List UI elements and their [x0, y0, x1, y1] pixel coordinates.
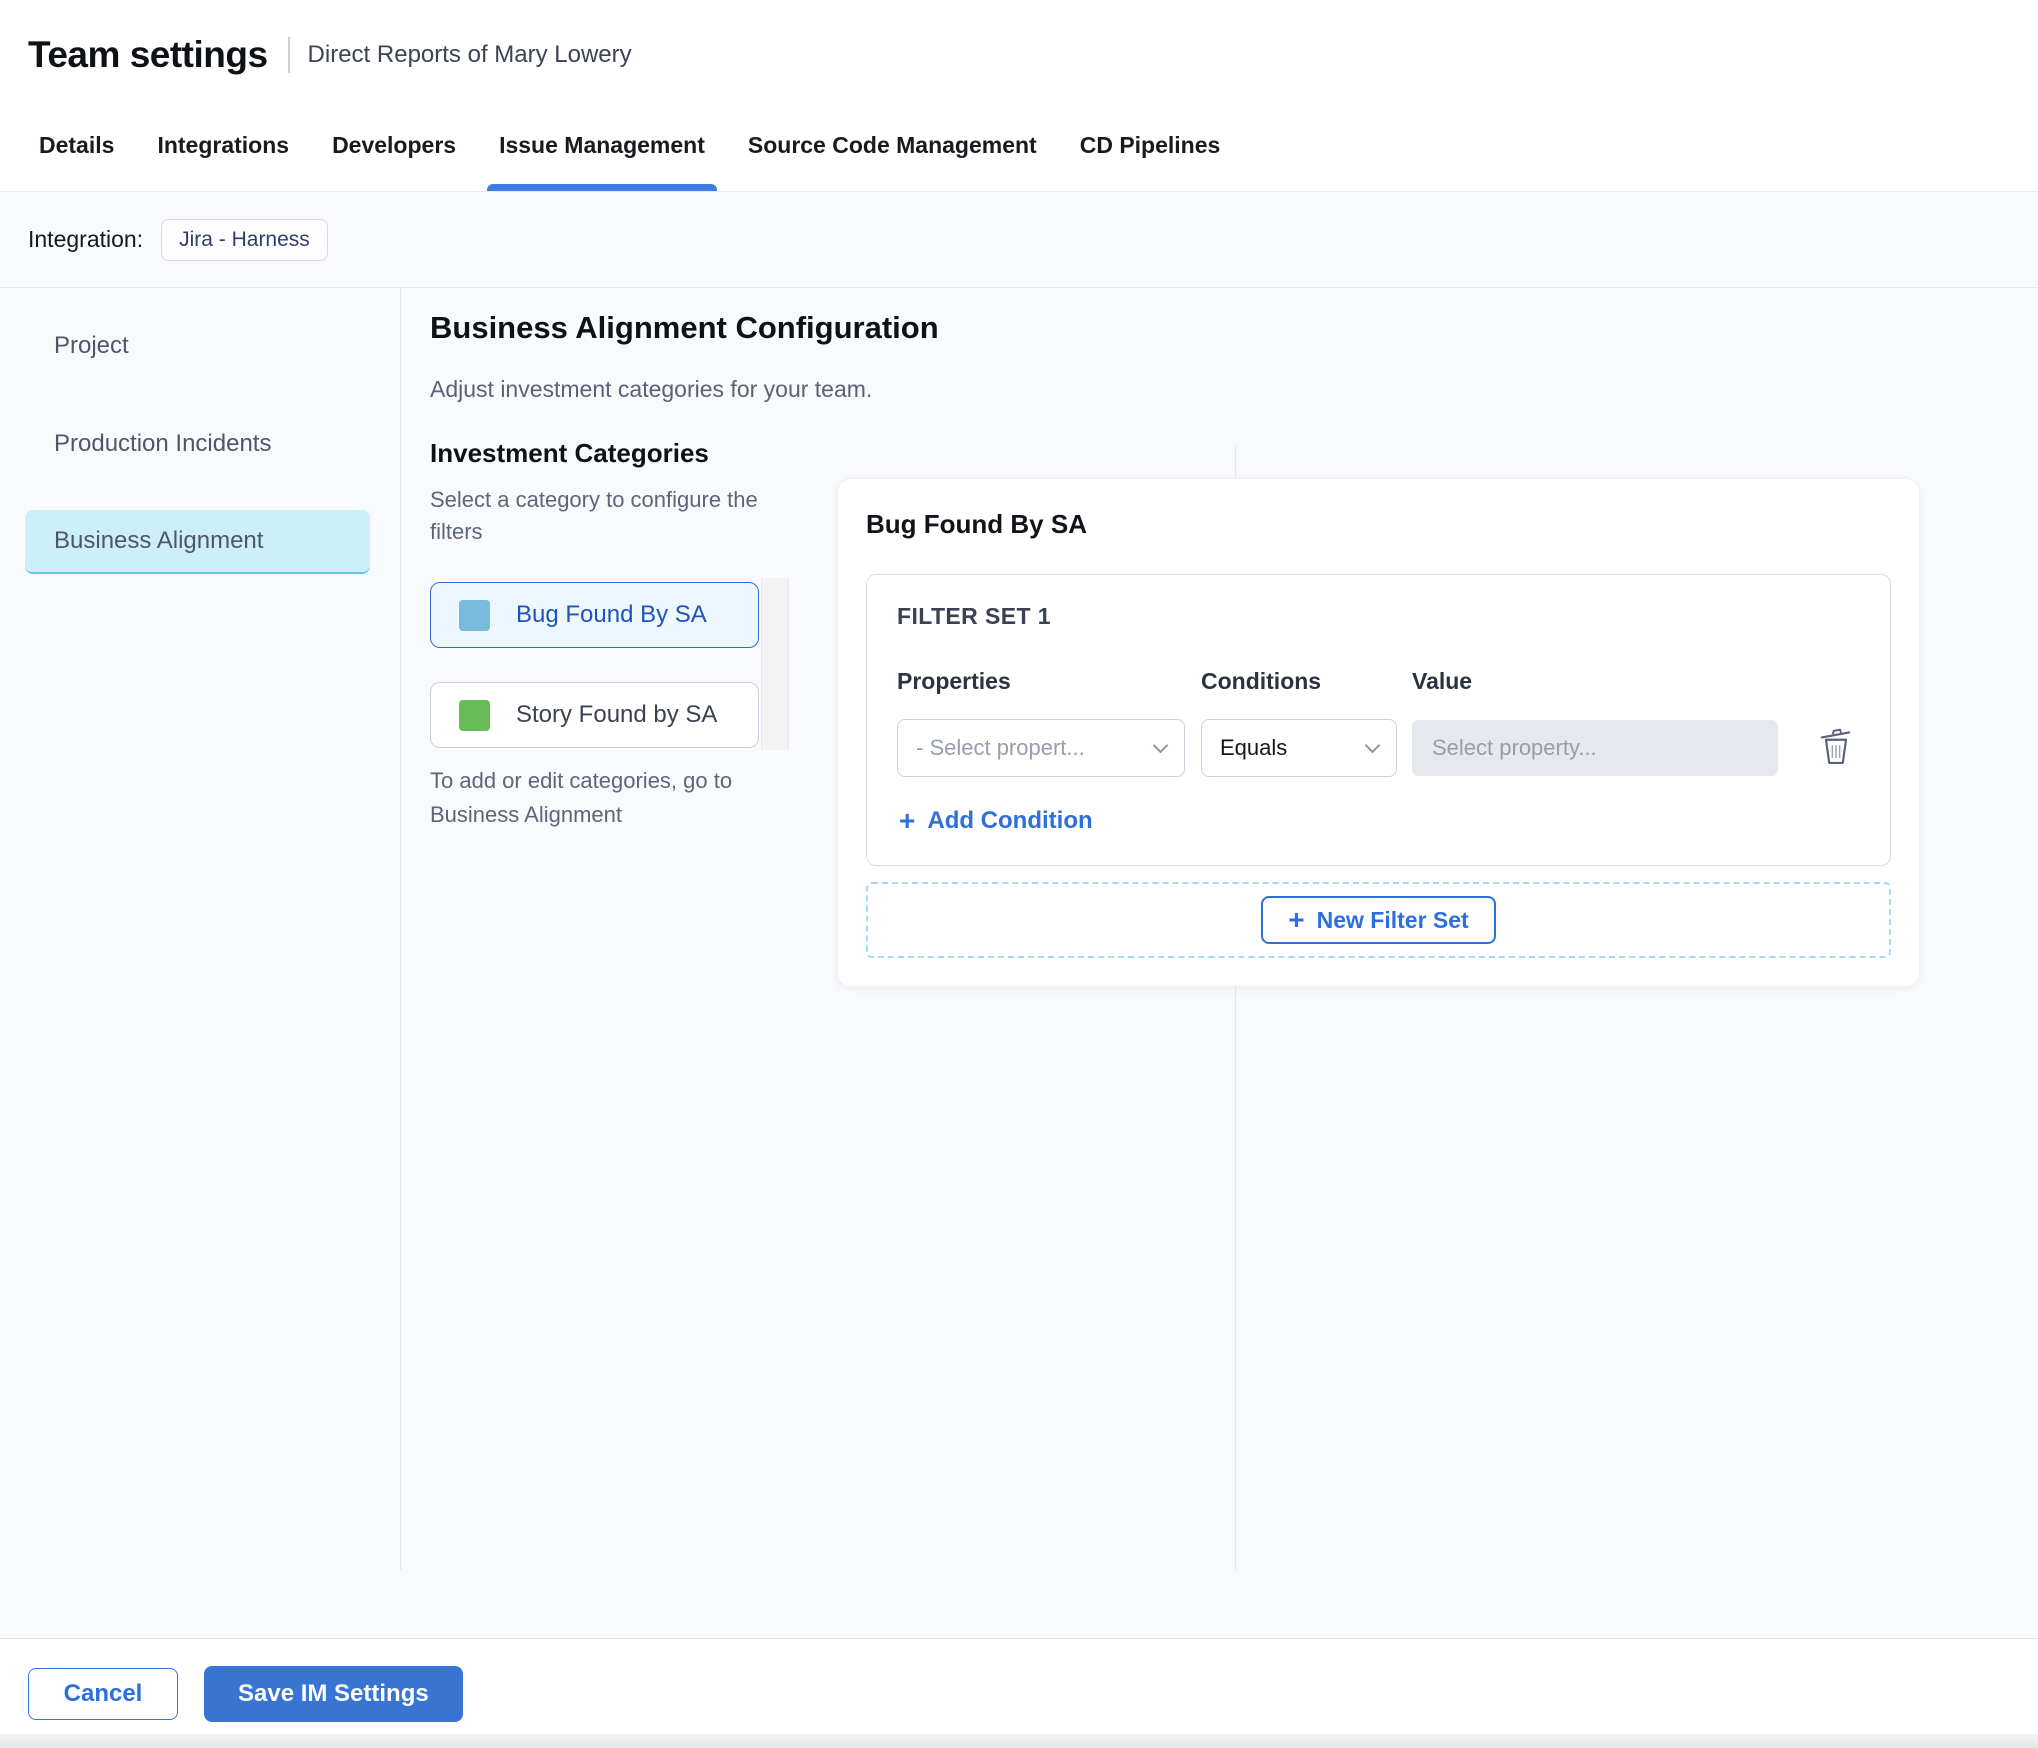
column-header-properties: Properties — [897, 668, 1011, 694]
category-color-swatch-green — [459, 699, 490, 731]
plus-icon: + — [899, 805, 916, 836]
category-list-scrollbar[interactable] — [761, 578, 789, 750]
category-label: Story Found by SA — [516, 701, 718, 728]
new-filter-set-label: New Filter Set — [1316, 906, 1469, 933]
add-condition-button[interactable]: + Add Condition — [899, 807, 1093, 835]
sidebar-item-production-incidents[interactable]: Production Incidents — [25, 412, 370, 476]
tab-bar: Details Integrations Developers Issue Ma… — [0, 100, 2038, 192]
new-filter-set-button[interactable]: + New Filter Set — [1261, 896, 1496, 944]
filter-columns-header: Properties Conditions Value — [897, 668, 1860, 695]
section-title: Business Alignment Configuration — [430, 310, 939, 345]
category-story-found-by-sa[interactable]: Story Found by SA — [430, 682, 759, 748]
tab-integrations[interactable]: Integrations — [157, 100, 289, 191]
category-color-swatch-blue — [459, 599, 490, 631]
page-header: Team settings Direct Reports of Mary Low… — [0, 0, 2038, 100]
page-title: Team settings — [28, 34, 268, 75]
settings-sidebar: Project Production Incidents Business Al… — [0, 288, 400, 608]
save-im-settings-button[interactable]: Save IM Settings — [204, 1665, 463, 1722]
bottom-scroll-strip — [0, 1734, 2038, 1748]
delete-condition-button[interactable] — [1812, 721, 1860, 776]
sidebar-item-project[interactable]: Project — [25, 314, 370, 378]
section-subtitle: Adjust investment categories for your te… — [430, 376, 873, 402]
integration-row: Integration: Jira - Harness — [0, 192, 2038, 288]
properties-select-placeholder: - Select propert... — [916, 735, 1085, 760]
value-input[interactable] — [1412, 720, 1778, 776]
filter-set-1: FILTER SET 1 Properties Conditions Value… — [866, 574, 1891, 866]
column-header-conditions: Conditions — [1201, 668, 1322, 694]
team-settings-page: Team settings Direct Reports of Mary Low… — [0, 0, 2038, 1748]
conditions-select-value: Equals — [1220, 735, 1288, 760]
conditions-select[interactable]: Equals — [1201, 719, 1397, 777]
categories-note: To add or edit categories, go to Busines… — [430, 768, 733, 828]
sidebar-divider — [400, 288, 401, 1570]
column-header-value: Value — [1412, 668, 1473, 694]
tab-developers[interactable]: Developers — [332, 100, 456, 191]
cancel-button[interactable]: Cancel — [28, 1667, 178, 1720]
settings-panes: Project Production Incidents Business Al… — [0, 288, 2038, 1637]
title-divider — [287, 37, 290, 73]
content-area: Integration: Jira - Harness Project Prod… — [0, 192, 2038, 1638]
add-condition-label: Add Condition — [927, 807, 1093, 834]
new-filter-set-dropzone: + New Filter Set — [866, 882, 1891, 958]
chevron-down-icon — [1364, 737, 1381, 754]
tab-details[interactable]: Details — [39, 100, 114, 191]
business-alignment-pane: Business Alignment Configuration Adjust … — [430, 288, 2038, 1637]
footer-action-bar: Cancel Save IM Settings — [0, 1638, 2038, 1748]
filter-panel-title: Bug Found By SA — [866, 509, 1087, 539]
tab-issue-management[interactable]: Issue Management — [487, 100, 717, 191]
properties-select[interactable]: - Select propert... — [897, 719, 1185, 777]
trash-icon — [1820, 728, 1851, 764]
page-subtitle: Direct Reports of Mary Lowery — [307, 41, 632, 68]
sidebar-item-business-alignment[interactable]: Business Alignment — [25, 510, 370, 574]
filter-config-card: Bug Found By SA FILTER SET 1 Properties … — [837, 478, 1920, 987]
investment-categories-hint: Select a category to configure the filte… — [430, 487, 758, 544]
integration-label: Integration: — [28, 226, 144, 252]
chevron-down-icon — [1152, 737, 1169, 754]
tab-source-code-management[interactable]: Source Code Management — [748, 100, 1037, 191]
investment-categories-heading: Investment Categories — [430, 438, 709, 468]
integration-badge[interactable]: Jira - Harness — [161, 218, 328, 261]
filter-set-label: FILTER SET 1 — [897, 603, 1051, 629]
filter-condition-row: - Select propert... Equals — [897, 719, 1860, 777]
plus-icon: + — [1288, 904, 1305, 935]
category-bug-found-by-sa[interactable]: Bug Found By SA — [430, 582, 759, 648]
category-label: Bug Found By SA — [516, 601, 707, 628]
tab-cd-pipelines[interactable]: CD Pipelines — [1080, 100, 1221, 191]
